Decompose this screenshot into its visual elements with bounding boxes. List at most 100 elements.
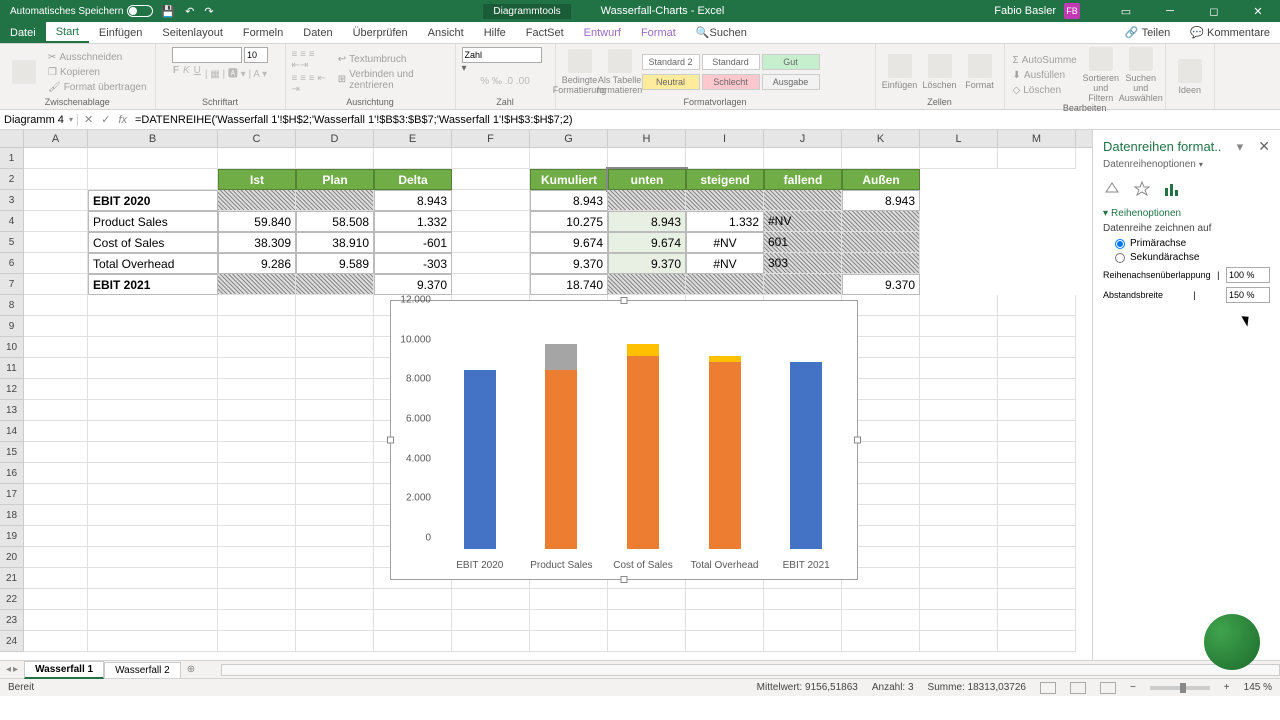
cell[interactable]: #NV [764,211,842,232]
cell[interactable] [218,484,296,505]
cell[interactable] [998,442,1076,463]
cell[interactable] [218,400,296,421]
tab-data[interactable]: Daten [293,22,342,43]
cell[interactable] [296,190,374,211]
cell[interactable] [88,547,218,568]
row-header[interactable]: 24 [0,631,24,652]
cond-format-button[interactable]: Bedingte Formatierung [562,49,598,95]
cell[interactable] [88,337,218,358]
cell[interactable] [998,610,1076,631]
autosave-toggle[interactable]: Automatisches Speichern [10,5,153,17]
cell[interactable] [998,358,1076,379]
cell[interactable] [296,589,374,610]
cell[interactable] [686,589,764,610]
cell[interactable] [998,631,1076,652]
tab-view[interactable]: Ansicht [418,22,474,43]
save-icon[interactable]: 💾 [161,5,175,18]
cell[interactable] [686,274,764,295]
cell[interactable] [88,295,218,316]
cell[interactable] [218,631,296,652]
col-header[interactable]: K [842,130,920,147]
cell-style[interactable]: Gut [762,54,820,70]
cell[interactable] [452,169,530,190]
cell[interactable] [686,610,764,631]
cell[interactable] [218,379,296,400]
cell[interactable] [218,274,296,295]
name-box[interactable]: Diagramm 4▾ [0,114,78,126]
col-header[interactable]: D [296,130,374,147]
cell[interactable] [296,316,374,337]
cell[interactable] [24,463,88,484]
cell[interactable]: Total Overhead [88,253,218,274]
cell[interactable] [842,631,920,652]
cell[interactable] [24,505,88,526]
cell[interactable] [920,463,998,484]
autosum-button[interactable]: Σ AutoSumme [1011,54,1079,67]
cell[interactable]: 9.589 [296,253,374,274]
row-header[interactable]: 19 [0,526,24,547]
row-header[interactable]: 3 [0,190,24,211]
cell[interactable] [530,610,608,631]
cell[interactable] [218,421,296,442]
cell[interactable] [24,526,88,547]
cell[interactable] [374,610,452,631]
cell[interactable] [920,316,998,337]
cell[interactable] [998,484,1076,505]
tab-format[interactable]: Format [631,22,686,43]
cell[interactable]: 9.370 [608,253,686,274]
cell[interactable]: 1.332 [374,211,452,232]
cell[interactable] [296,148,374,169]
worksheet-grid[interactable]: ABCDEFGHIJKLM 12IstPlanDeltaKumuliertunt… [0,130,1092,660]
cell[interactable] [24,295,88,316]
cell[interactable] [24,442,88,463]
cell[interactable] [296,421,374,442]
cell[interactable] [764,610,842,631]
cell[interactable] [218,610,296,631]
pane-close-icon[interactable]: ✕ [1258,138,1270,155]
cell[interactable] [764,190,842,211]
cut-button[interactable]: ✂ Ausschneiden [46,51,149,64]
tab-file[interactable]: Datei [0,22,46,43]
cell[interactable] [88,169,218,190]
cell[interactable] [920,547,998,568]
cell[interactable] [218,442,296,463]
col-header[interactable]: I [686,130,764,147]
fx-icon[interactable]: fx [118,114,127,126]
effects-icon[interactable] [1133,180,1151,198]
col-header[interactable]: A [24,130,88,147]
font-size-input[interactable] [244,47,268,63]
sheet-nav-prev-icon[interactable]: ◂ [6,664,11,675]
cell[interactable] [842,253,920,274]
cell[interactable] [218,295,296,316]
cell[interactable] [218,505,296,526]
cell[interactable] [88,568,218,589]
cell[interactable] [88,379,218,400]
ribbon-options-icon[interactable]: ▭ [1108,0,1144,22]
cell[interactable] [608,631,686,652]
cell[interactable]: 9.674 [530,232,608,253]
cell[interactable]: 601 [764,232,842,253]
row-header[interactable]: 5 [0,232,24,253]
cell[interactable] [24,232,88,253]
cell[interactable] [296,400,374,421]
cell[interactable]: fallend [764,169,842,190]
cell[interactable]: -303 [374,253,452,274]
cell[interactable] [608,589,686,610]
cell[interactable] [998,316,1076,337]
row-header[interactable]: 11 [0,358,24,379]
comments-button[interactable]: 💬Kommentare [1180,26,1280,39]
cell[interactable] [24,568,88,589]
view-pagebreak-icon[interactable] [1100,682,1116,694]
row-header[interactable]: 12 [0,379,24,400]
bar-segment[interactable] [627,356,659,549]
undo-icon[interactable]: ↶ [185,5,194,18]
cell[interactable]: 8.943 [374,190,452,211]
cell[interactable] [452,610,530,631]
row-header[interactable]: 23 [0,610,24,631]
add-sheet-icon[interactable]: ⊕ [181,664,201,675]
cell[interactable] [24,379,88,400]
cell[interactable] [296,547,374,568]
cell[interactable] [24,337,88,358]
cell[interactable]: 58.508 [296,211,374,232]
cell[interactable] [920,526,998,547]
